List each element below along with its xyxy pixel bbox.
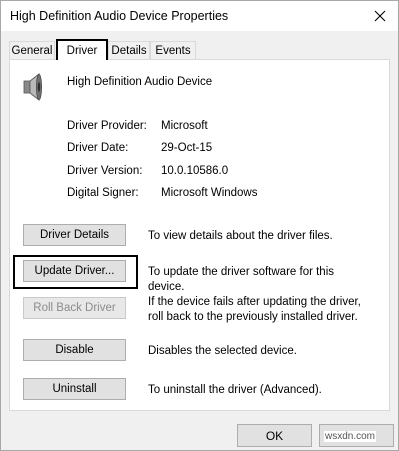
digital-signer-value: Microsoft Windows bbox=[161, 187, 258, 199]
driver-version-label: Driver Version: bbox=[67, 165, 143, 177]
driver-date-value: 29-Oct-15 bbox=[161, 142, 213, 154]
speaker-icon bbox=[22, 72, 44, 102]
driver-details-description: To view details about the driver files. bbox=[148, 230, 333, 242]
disable-description: Disables the selected device. bbox=[148, 345, 297, 357]
roll-back-driver-button[interactable]: Roll Back Driver bbox=[23, 297, 126, 319]
tab-driver[interactable]: Driver bbox=[56, 39, 108, 60]
roll-back-driver-description: If the device fails after updating the d… bbox=[148, 296, 361, 323]
properties-dialog: High Definition Audio Device Properties … bbox=[0, 0, 399, 451]
uninstall-description: To uninstall the driver (Advanced). bbox=[148, 384, 322, 396]
tab-general[interactable]: General bbox=[9, 41, 55, 59]
close-icon[interactable] bbox=[368, 4, 392, 28]
driver-details-button[interactable]: Driver Details bbox=[23, 224, 126, 246]
device-name: High Definition Audio Device bbox=[67, 76, 213, 88]
disable-button[interactable]: Disable bbox=[23, 339, 126, 361]
ok-button[interactable]: OK bbox=[237, 424, 312, 447]
update-driver-button[interactable]: Update Driver... bbox=[23, 260, 126, 282]
driver-version-value: 10.0.10586.0 bbox=[161, 165, 229, 177]
driver-provider-label: Driver Provider: bbox=[67, 120, 147, 132]
watermark-text: wsxdn.com bbox=[324, 431, 377, 442]
tab-details[interactable]: Details bbox=[108, 41, 150, 59]
driver-date-label: Driver Date: bbox=[67, 142, 129, 154]
window-title: High Definition Audio Device Properties bbox=[10, 9, 229, 23]
title-bar: High Definition Audio Device Properties bbox=[1, 1, 398, 31]
update-driver-description: To update the driver software for this d… bbox=[148, 266, 335, 293]
uninstall-button[interactable]: Uninstall bbox=[23, 378, 126, 400]
digital-signer-label: Digital Signer: bbox=[67, 187, 139, 199]
driver-provider-value: Microsoft bbox=[161, 120, 208, 132]
tab-events[interactable]: Events bbox=[150, 41, 196, 59]
